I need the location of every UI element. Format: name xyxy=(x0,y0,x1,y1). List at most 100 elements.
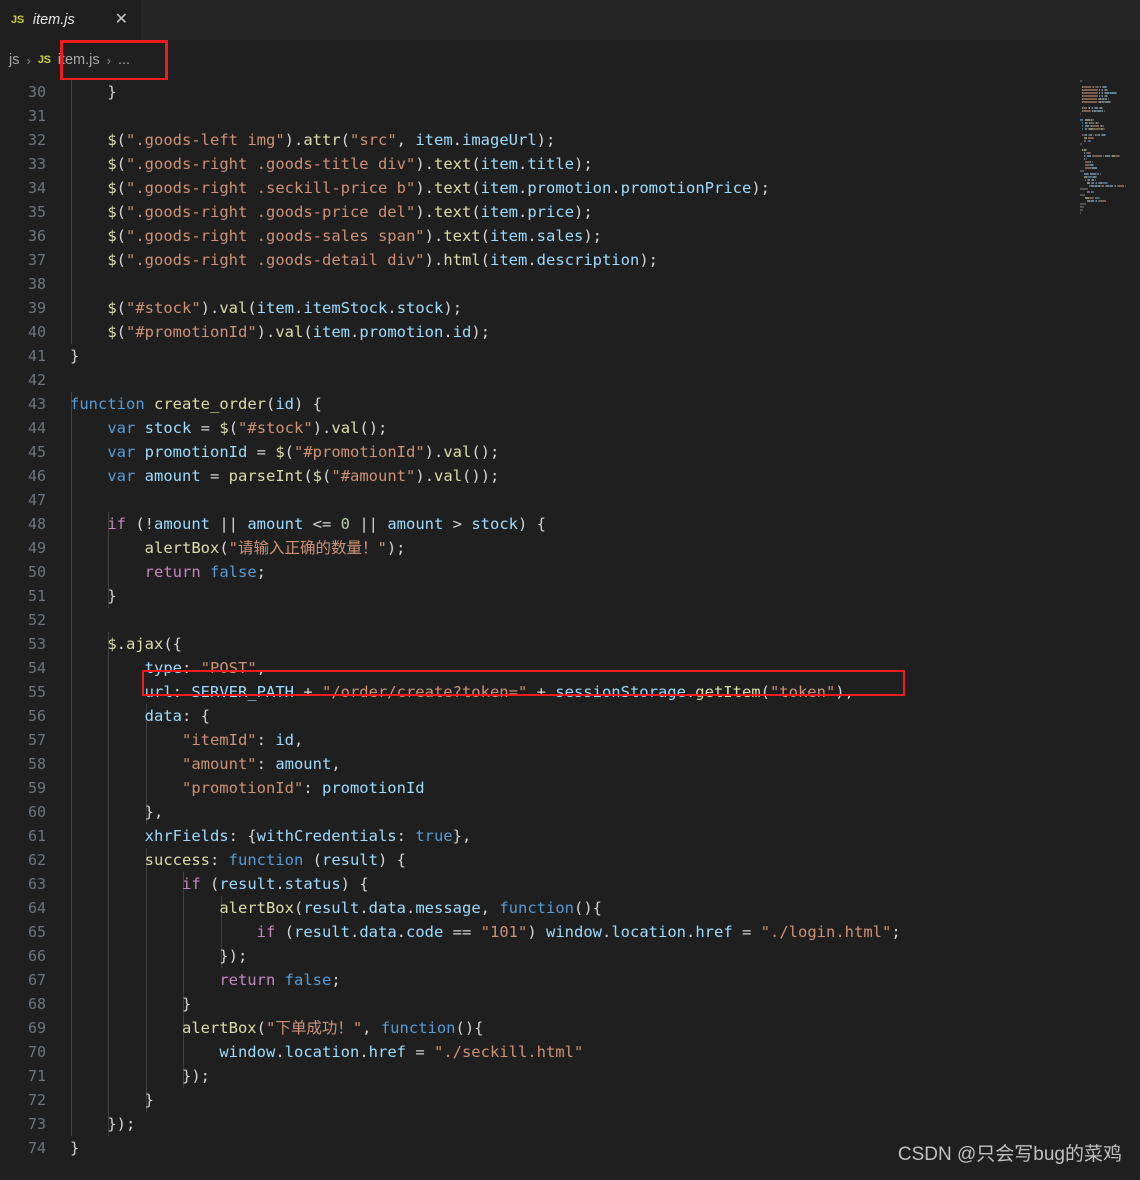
line-content: function create_order(id) { xyxy=(70,395,322,413)
minimap-line xyxy=(1080,86,1140,88)
line-content: $(".goods-right .goods-price del").text(… xyxy=(107,203,593,221)
line-content: type: "POST", xyxy=(144,659,266,677)
close-icon[interactable]: ✕ xyxy=(110,10,133,30)
code-line[interactable]: 41} xyxy=(0,344,1140,368)
line-number: 70 xyxy=(27,1043,46,1061)
line-content: }); xyxy=(70,1067,210,1085)
code-line[interactable]: 69 alertBox("下单成功！", function(){ xyxy=(0,1016,1140,1040)
code-line[interactable]: 44 var stock = $("#stock").val(); xyxy=(0,416,1140,440)
breadcrumb-symbol-ellipsis[interactable]: ... xyxy=(118,52,130,68)
code-line[interactable]: 50 return false; xyxy=(0,560,1140,584)
line-content: var stock = $("#stock").val(); xyxy=(107,419,388,437)
code-line[interactable]: 65 if (result.data.code == "101") window… xyxy=(0,920,1140,944)
code-line[interactable]: 67 return false; xyxy=(0,968,1140,992)
code-line[interactable]: 64 alertBox(result.data.message, functio… xyxy=(0,896,1140,920)
code-line[interactable]: 47 xyxy=(0,488,1140,512)
code-line[interactable]: 62 success: function (result) { xyxy=(0,848,1140,872)
line-content: }); xyxy=(70,947,248,965)
line-content: $.ajax({ xyxy=(107,635,183,653)
minimap-line xyxy=(1080,113,1140,115)
minimap-line xyxy=(1080,212,1140,214)
code-line[interactable]: 43 function create_order(id) { xyxy=(0,392,1140,416)
code-line[interactable]: 38 xyxy=(0,272,1140,296)
code-line[interactable]: 59 "promotionId": promotionId xyxy=(0,776,1140,800)
code-line[interactable]: 35 $(".goods-right .goods-price del").te… xyxy=(0,200,1140,224)
code-line[interactable]: 73 }); xyxy=(0,1112,1140,1136)
code-line[interactable]: 36 $(".goods-right .goods-sales span").t… xyxy=(0,224,1140,248)
line-number: 33 xyxy=(27,155,46,173)
minimap-line xyxy=(1080,164,1140,166)
minimap-line xyxy=(1080,152,1140,154)
code-line[interactable]: 32 $(".goods-left img").attr("src", item… xyxy=(0,128,1140,152)
minimap-line xyxy=(1080,167,1140,169)
line-number: 56 xyxy=(27,707,46,725)
line-content: if (result.status) { xyxy=(181,875,369,893)
line-number: 38 xyxy=(27,275,46,293)
line-number: 43 xyxy=(27,395,46,413)
line-number: 71 xyxy=(27,1067,46,1085)
code-line[interactable]: 54 type: "POST", xyxy=(0,656,1140,680)
code-line[interactable]: 70 window.location.href = "./seckill.htm… xyxy=(0,1040,1140,1064)
line-content: $("#promotionId").val(item.promotion.id)… xyxy=(107,323,491,341)
code-line[interactable]: 68 } xyxy=(0,992,1140,1016)
line-content: } xyxy=(70,347,80,365)
minimap-line xyxy=(1080,203,1140,205)
minimap-line xyxy=(1080,107,1140,109)
minimap-line xyxy=(1080,179,1140,181)
minimap-line xyxy=(1080,176,1140,178)
minimap-line xyxy=(1080,146,1140,148)
minimap[interactable] xyxy=(1078,80,1140,230)
code-line[interactable]: 34 $(".goods-right .seckill-price b").te… xyxy=(0,176,1140,200)
line-content: $(".goods-right .goods-title div").text(… xyxy=(107,155,593,173)
line-content: return false; xyxy=(144,563,267,581)
code-line[interactable]: 39 $("#stock").val(item.itemStock.stock)… xyxy=(0,296,1140,320)
editor-tab-strip: JS item.js ✕ xyxy=(0,0,1140,40)
breadcrumb-file[interactable]: item.js xyxy=(58,52,100,68)
code-line[interactable]: 31 xyxy=(0,104,1140,128)
line-number: 50 xyxy=(27,563,46,581)
tab-item-js[interactable]: JS item.js ✕ xyxy=(0,0,142,40)
code-line[interactable]: 63 if (result.status) { xyxy=(0,872,1140,896)
code-line[interactable]: 55 url: SERVER_PATH + "/order/create?tok… xyxy=(0,680,1140,704)
breadcrumb-file-group[interactable]: JS item.js xyxy=(38,52,100,68)
code-line[interactable]: 52 xyxy=(0,608,1140,632)
line-number: 48 xyxy=(27,515,46,533)
minimap-line xyxy=(1080,89,1140,91)
minimap-line xyxy=(1080,125,1140,127)
code-line[interactable]: 56 data: { xyxy=(0,704,1140,728)
code-line[interactable]: 51 } xyxy=(0,584,1140,608)
code-line[interactable]: 30 } xyxy=(0,80,1140,104)
code-line[interactable]: 37 $(".goods-right .goods-detail div").h… xyxy=(0,248,1140,272)
code-line[interactable]: 42 xyxy=(0,368,1140,392)
code-line[interactable]: 40 $("#promotionId").val(item.promotion.… xyxy=(0,320,1140,344)
line-number: 74 xyxy=(27,1139,46,1157)
line-content: "itemId": id, xyxy=(181,731,304,749)
line-content: }, xyxy=(70,803,164,821)
line-number: 66 xyxy=(27,947,46,965)
code-line[interactable]: 66 }); xyxy=(0,944,1140,968)
code-line[interactable]: 45 var promotionId = $("#promotionId").v… xyxy=(0,440,1140,464)
code-line[interactable]: 57 "itemId": id, xyxy=(0,728,1140,752)
code-line[interactable]: 53 $.ajax({ xyxy=(0,632,1140,656)
code-line[interactable]: 58 "amount": amount, xyxy=(0,752,1140,776)
code-editor[interactable]: 30 } 31 32 $(".goods-left img").attr("src"… xyxy=(0,80,1140,1180)
code-line[interactable]: 71 }); xyxy=(0,1064,1140,1088)
minimap-line xyxy=(1080,197,1140,199)
code-line[interactable]: 49 alertBox("请输入正确的数量！"); xyxy=(0,536,1140,560)
code-line[interactable]: 46 var amount = parseInt($("#amount").va… xyxy=(0,464,1140,488)
line-content: } xyxy=(70,83,117,101)
code-line[interactable]: 48 if (!amount || amount <= 0 || amount … xyxy=(0,512,1140,536)
code-line[interactable]: 60 }, xyxy=(0,800,1140,824)
minimap-line xyxy=(1080,200,1140,202)
minimap-line xyxy=(1080,173,1140,175)
code-line[interactable]: 33 $(".goods-right .goods-title div").te… xyxy=(0,152,1140,176)
code-line[interactable]: 61 xhrFields: {withCredentials: true}, xyxy=(0,824,1140,848)
line-content: if (result.data.code == "101") window.lo… xyxy=(256,923,901,941)
breadcrumb-folder[interactable]: js xyxy=(9,52,19,68)
minimap-line xyxy=(1080,170,1140,172)
line-number: 54 xyxy=(27,659,46,677)
line-content: } xyxy=(70,587,117,605)
code-line[interactable]: 72 } xyxy=(0,1088,1140,1112)
minimap-line xyxy=(1080,209,1140,211)
line-number: 73 xyxy=(27,1115,46,1133)
